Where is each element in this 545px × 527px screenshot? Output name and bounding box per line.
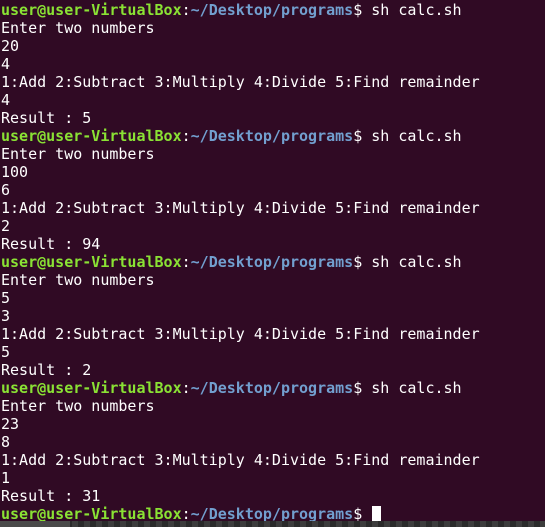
- prompt-user-host: user@user-VirtualBox: [1, 253, 182, 271]
- output-line: 20: [1, 37, 20, 55]
- prompt-line: user@user-VirtualBox:~/Desktop/programs$: [1, 505, 545, 521]
- prompt-user-host: user@user-VirtualBox: [1, 379, 182, 397]
- output-line: Enter two numbers: [1, 19, 155, 37]
- output-line: 1:Add 2:Subtract 3:Multiply 4:Divide 5:F…: [1, 325, 480, 343]
- prompt-line: user@user-VirtualBox:~/Desktop/programs$…: [1, 379, 545, 397]
- text-cursor[interactable]: [372, 506, 382, 521]
- prompt-path: ~/Desktop/programs: [190, 1, 354, 19]
- output-line: Enter two numbers: [1, 271, 155, 289]
- output-line: 4: [1, 91, 11, 109]
- prompt-user-host: user@user-VirtualBox: [1, 1, 182, 19]
- output-line: 1:Add 2:Subtract 3:Multiply 4:Divide 5:F…: [1, 451, 480, 469]
- prompt-dollar: $: [353, 1, 372, 19]
- prompt-colon: :: [181, 1, 191, 19]
- prompt-dollar: $: [353, 253, 372, 271]
- prompt-colon: :: [181, 379, 191, 397]
- prompt-path: ~/Desktop/programs: [190, 505, 354, 521]
- output-line: 23: [1, 415, 20, 433]
- output-line: Enter two numbers: [1, 397, 155, 415]
- prompt-dollar: $: [353, 379, 372, 397]
- output-line: 1: [1, 469, 11, 487]
- command-text: sh calc.sh: [371, 1, 462, 19]
- terminal-window[interactable]: user@user-VirtualBox:~/Desktop/programs$…: [0, 0, 545, 521]
- output-line: Enter two numbers: [1, 145, 155, 163]
- command-text: sh calc.sh: [371, 379, 462, 397]
- output-line: 2: [1, 217, 11, 235]
- prompt-path: ~/Desktop/programs: [190, 379, 354, 397]
- output-line: 6: [1, 181, 11, 199]
- command-text: sh calc.sh: [371, 127, 462, 145]
- output-line: 1:Add 2:Subtract 3:Multiply 4:Divide 5:F…: [1, 199, 480, 217]
- output-line: Result : 5: [1, 109, 92, 127]
- output-line: 4: [1, 55, 11, 73]
- terminal-output[interactable]: user@user-VirtualBox:~/Desktop/programs$…: [1, 1, 545, 521]
- prompt-user-host: user@user-VirtualBox: [1, 505, 182, 521]
- output-line: 5: [1, 343, 11, 361]
- output-line: 5: [1, 289, 11, 307]
- window-bottom-edge: [0, 521, 545, 527]
- output-line: 100: [1, 163, 29, 181]
- output-line: 1:Add 2:Subtract 3:Multiply 4:Divide 5:F…: [1, 73, 480, 91]
- prompt-user-host: user@user-VirtualBox: [1, 127, 182, 145]
- prompt-path: ~/Desktop/programs: [190, 127, 354, 145]
- prompt-colon: :: [181, 127, 191, 145]
- window-bottom-edge-left: [0, 521, 70, 527]
- prompt-colon: :: [181, 505, 191, 521]
- output-line: 3: [1, 307, 11, 325]
- prompt-dollar: $: [353, 127, 372, 145]
- prompt-colon: :: [181, 253, 191, 271]
- prompt-dollar: $: [353, 505, 372, 521]
- output-line: 8: [1, 433, 11, 451]
- prompt-line: user@user-VirtualBox:~/Desktop/programs$…: [1, 1, 545, 19]
- command-text: sh calc.sh: [371, 253, 462, 271]
- output-line: Result : 94: [1, 235, 101, 253]
- prompt-line: user@user-VirtualBox:~/Desktop/programs$…: [1, 127, 545, 145]
- prompt-line: user@user-VirtualBox:~/Desktop/programs$…: [1, 253, 545, 271]
- output-line: Result : 31: [1, 487, 101, 505]
- prompt-path: ~/Desktop/programs: [190, 253, 354, 271]
- output-line: Result : 2: [1, 361, 92, 379]
